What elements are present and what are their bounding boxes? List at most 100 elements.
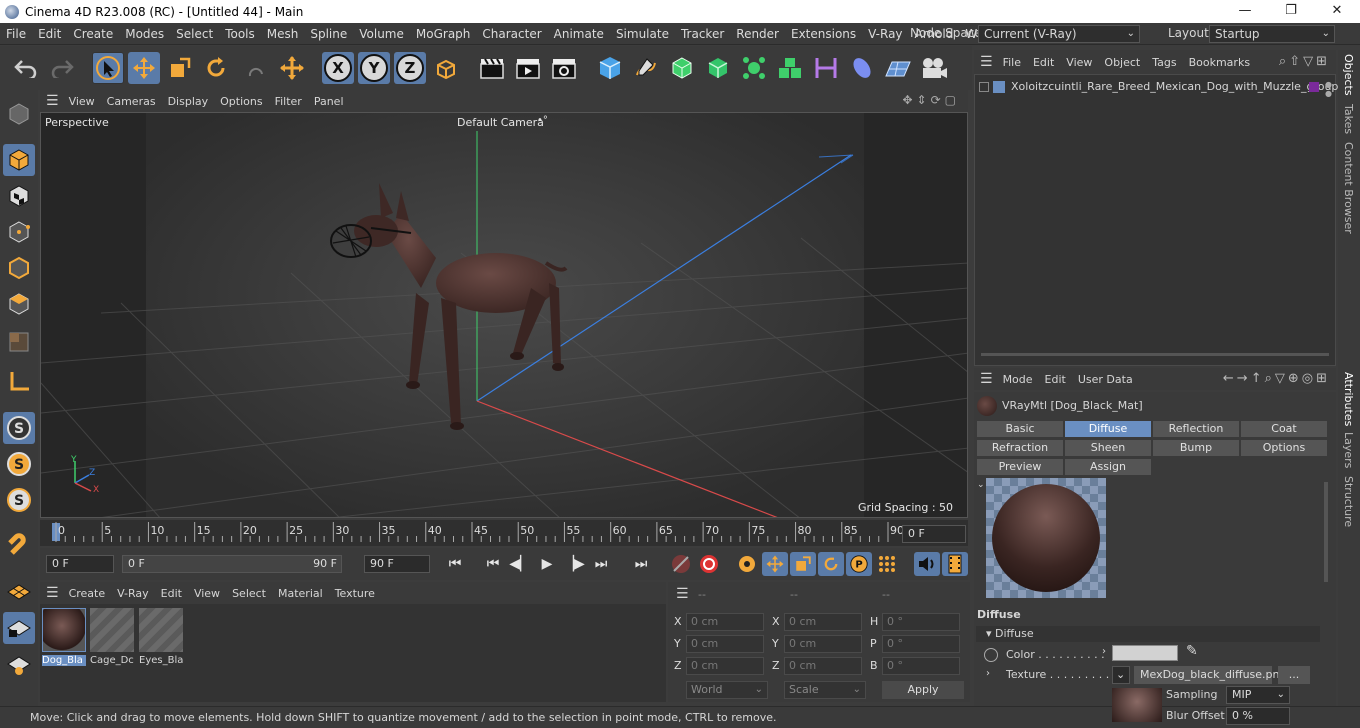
rotation-p-field[interactable]: 0 ° xyxy=(882,635,960,653)
object-menu-tags[interactable]: Tags xyxy=(1146,56,1182,69)
floor-button[interactable] xyxy=(882,52,914,84)
tab-coat[interactable]: Coat xyxy=(1240,420,1328,438)
attribute-menu-user-data[interactable]: User Data xyxy=(1072,373,1139,386)
select-tool-button[interactable] xyxy=(92,52,124,84)
material-menu-vray[interactable]: V-Ray xyxy=(111,587,155,600)
symmetry-button[interactable]: S xyxy=(3,484,35,516)
menu-simulate[interactable]: Simulate xyxy=(610,27,675,41)
object-search-icons[interactable]: ⌕⇧▽⊞ xyxy=(1279,54,1330,69)
close-button[interactable]: ✕ xyxy=(1314,0,1360,23)
edges-mode-button[interactable] xyxy=(3,252,35,284)
tab-bump[interactable]: Bump xyxy=(1152,439,1240,457)
size-y-field[interactable]: 0 cm xyxy=(784,635,862,653)
layout-select[interactable]: Startup ⌄ xyxy=(1209,25,1335,43)
object-menu-edit[interactable]: Edit xyxy=(1027,56,1060,69)
viewport-nav-icons[interactable]: ✥⇕⟳▢ xyxy=(902,93,960,107)
timeline-window-button[interactable] xyxy=(942,552,968,576)
size-x-field[interactable]: 0 cm xyxy=(784,613,862,631)
mograph-blocks-button[interactable] xyxy=(774,52,806,84)
menu-mesh[interactable]: Mesh xyxy=(261,27,305,41)
subdivision-surface-button[interactable] xyxy=(666,52,698,84)
side-tab-structure[interactable]: Structure xyxy=(1342,476,1355,527)
texture-browse-button[interactable]: ... xyxy=(1278,666,1310,684)
object-row[interactable]: Xoloitzcuintli_Rare_Breed_Mexican_Dog_wi… xyxy=(979,80,1338,93)
attribute-scrollbar[interactable] xyxy=(1324,482,1328,582)
workplane-button[interactable] xyxy=(3,576,35,608)
viewport-menu-options[interactable]: Options xyxy=(214,95,268,108)
coordinate-mode-select[interactable]: World ⌄ xyxy=(686,681,768,699)
tab-preview-settings[interactable]: Preview Settings xyxy=(976,458,1064,489)
side-tab-attributes[interactable]: Attributes xyxy=(1342,372,1355,426)
material-menu-material[interactable]: Material xyxy=(272,587,329,600)
object-menu-bookmarks[interactable]: Bookmarks xyxy=(1183,56,1256,69)
size-mode-select[interactable]: Scale ⌄ xyxy=(784,681,866,699)
play-button[interactable]: ▶ xyxy=(534,552,560,576)
soft-selection-button[interactable]: S xyxy=(3,448,35,480)
camera-icon[interactable]: •° xyxy=(537,115,548,126)
tab-diffuse[interactable]: Diffuse xyxy=(1064,420,1152,438)
move-axis-button[interactable] xyxy=(276,52,308,84)
magnet-button[interactable] xyxy=(3,530,35,562)
frame-range-slider[interactable]: 0 F 90 F xyxy=(122,555,342,573)
undo-button[interactable] xyxy=(10,52,42,84)
tab-reflection[interactable]: Reflection xyxy=(1152,420,1240,438)
cube-primitive-button[interactable] xyxy=(594,52,626,84)
next-key-button[interactable]: ⏭ xyxy=(588,552,614,576)
record-active-button[interactable] xyxy=(668,552,694,576)
key-position-button[interactable] xyxy=(762,552,788,576)
material-menu-edit[interactable]: Edit xyxy=(155,587,188,600)
autokey-button[interactable] xyxy=(696,552,722,576)
extrude-generator-button[interactable] xyxy=(702,52,734,84)
hamburger-icon[interactable]: ☰ xyxy=(980,54,993,70)
menu-vray[interactable]: V-Ray xyxy=(862,27,908,41)
menu-create[interactable]: Create xyxy=(67,27,119,41)
next-frame-button[interactable]: ▕▶ xyxy=(561,552,587,576)
texture-mode-button[interactable] xyxy=(3,180,35,212)
go-to-start-button[interactable]: ⏮ xyxy=(442,552,468,576)
polygons-mode-button[interactable] xyxy=(3,288,35,320)
layer-color-tag[interactable] xyxy=(1309,82,1319,92)
preview-collapse-icon[interactable]: ⌄ xyxy=(977,480,985,490)
position-z-field[interactable]: 0 cm xyxy=(686,657,764,675)
viewport-menu-display[interactable]: Display xyxy=(162,95,215,108)
position-x-field[interactable]: 0 cm xyxy=(686,613,764,631)
hamburger-icon[interactable]: ☰ xyxy=(46,93,59,109)
side-tab-content-browser[interactable]: Content Browser xyxy=(1342,142,1355,234)
menu-modes[interactable]: Modes xyxy=(119,27,170,41)
tab-basic[interactable]: Basic xyxy=(976,420,1064,438)
redo-button[interactable] xyxy=(46,52,78,84)
render-picture-viewer-button[interactable] xyxy=(512,52,544,84)
menu-select[interactable]: Select xyxy=(170,27,219,41)
rotation-h-field[interactable]: 0 ° xyxy=(882,613,960,631)
sound-button[interactable] xyxy=(914,552,940,576)
lock-y-axis-button[interactable]: Y xyxy=(358,52,390,84)
sampling-select[interactable]: MIP ⌄ xyxy=(1226,686,1290,704)
move-tool-button[interactable] xyxy=(128,52,160,84)
color-swatch[interactable] xyxy=(1112,645,1178,661)
tree-toggle-icon[interactable] xyxy=(979,81,989,92)
lock-z-axis-button[interactable]: Z xyxy=(394,52,426,84)
key-parameter-button[interactable]: P xyxy=(846,552,872,576)
viewport-menu-filter[interactable]: Filter xyxy=(269,95,308,108)
size-z-field[interactable]: 0 cm xyxy=(784,657,862,675)
rotation-b-field[interactable]: 0 ° xyxy=(882,657,960,675)
material-menu-texture[interactable]: Texture xyxy=(329,587,381,600)
rotate-tool-button[interactable] xyxy=(200,52,232,84)
menu-mograph[interactable]: MoGraph xyxy=(410,27,477,41)
object-list-scrollbar[interactable] xyxy=(981,353,1329,356)
key-pla-button[interactable] xyxy=(874,552,900,576)
material-menu-create[interactable]: Create xyxy=(63,587,112,600)
viewport-menu-cameras[interactable]: Cameras xyxy=(101,95,162,108)
menu-tracker[interactable]: Tracker xyxy=(675,27,730,41)
tab-assign[interactable]: Assign xyxy=(1064,458,1152,476)
pen-spline-button[interactable] xyxy=(630,52,662,84)
previous-key-button[interactable]: ⏮ xyxy=(480,552,506,576)
hamburger-icon[interactable]: ☰ xyxy=(46,585,59,601)
render-view-button[interactable] xyxy=(476,52,508,84)
attribute-menu-edit[interactable]: Edit xyxy=(1039,373,1072,386)
attribute-menu-mode[interactable]: Mode xyxy=(997,373,1039,386)
start-frame-field[interactable]: 0 F xyxy=(46,555,114,573)
points-mode-button[interactable] xyxy=(3,216,35,248)
snap-button[interactable]: S xyxy=(3,412,35,444)
attribute-nav-icons[interactable]: ←→↑⌕▽⊕◎⊞ xyxy=(1223,371,1330,386)
